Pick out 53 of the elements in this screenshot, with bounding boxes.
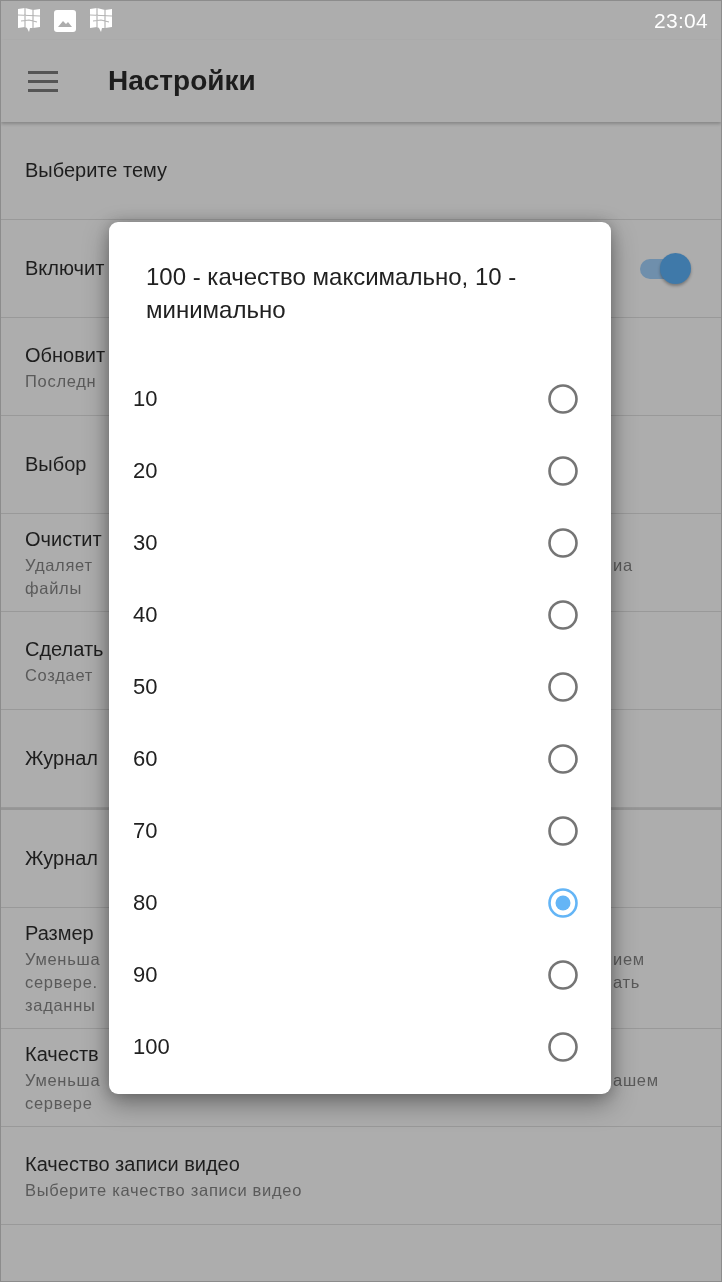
toolbar-title: Настройки [108,65,256,97]
setting-summary: Выберите качество записи видео [25,1179,303,1201]
setting-summary: иа [613,555,633,576]
setting-title: Очистит [25,527,102,552]
setting-summary: ашем [613,1070,659,1091]
option-label[interactable]: 20 [133,458,158,484]
setting-summary: сервере. [25,972,98,993]
setting-summary: заданны [25,995,96,1016]
image-icon [54,9,76,32]
radio-button[interactable] [548,384,578,414]
radio-button[interactable] [548,960,578,990]
setting-summary: Создает [25,664,93,686]
option-label[interactable]: 70 [133,818,158,844]
toggle-switch[interactable] [639,252,691,285]
setting-title: Сделать [25,636,104,662]
radio-button[interactable] [548,816,578,846]
status-time: 23:04 [653,8,708,33]
setting-summary: ать [613,972,641,993]
setting-summary: сервере [25,1093,93,1114]
setting-title: Выбор [25,452,87,477]
option-label[interactable]: 50 [133,674,158,700]
map-icon [17,7,41,34]
setting-title: Качеств [25,1042,99,1067]
radio-button[interactable] [548,600,578,630]
setting-title: Включит [25,256,105,281]
setting-summary: Уменьша [25,1070,101,1091]
option-label[interactable]: 60 [133,746,158,772]
radio-button[interactable] [548,888,578,918]
setting-summary: Уменьша [25,949,101,970]
setting-title: Выберите тему [25,158,167,183]
setting-title: Размер [25,921,94,946]
radio-button[interactable] [548,672,578,702]
option-label[interactable]: 30 [133,530,158,556]
option-label[interactable]: 10 [133,386,158,412]
option-label[interactable]: 100 [133,1034,170,1060]
option-label[interactable]: 90 [133,962,158,988]
radio-button[interactable] [548,528,578,558]
option-label[interactable]: 80 [133,890,158,916]
setting-summary: ием [613,949,645,970]
option-label[interactable]: 40 [133,602,158,628]
dialog-title: 100 - качество максимально, 10 - минимально [146,262,518,325]
map-icon [89,7,113,34]
radio-button[interactable] [548,456,578,486]
radio-button[interactable] [548,744,578,774]
setting-title: Журнал [25,746,98,771]
menu-icon[interactable] [28,70,58,92]
setting-title: Журнал [25,846,98,871]
setting-summary: файлы [25,578,82,599]
setting-summary: Последн [25,370,97,392]
setting-summary: Удаляет [25,555,93,576]
radio-button[interactable] [548,1032,578,1062]
setting-title: Обновит [25,342,106,368]
setting-title: Качество записи видео [25,1151,240,1177]
